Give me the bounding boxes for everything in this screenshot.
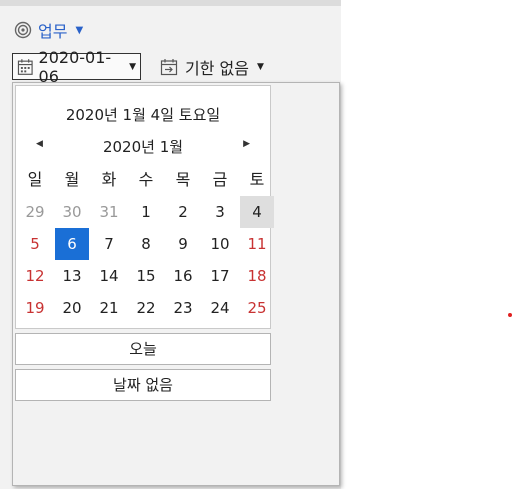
chevron-down-icon: ▼: [129, 61, 136, 72]
day-cell[interactable]: 19: [18, 292, 52, 324]
weekday-header: 일 월 화 수 목 금 토: [18, 166, 276, 190]
day-cell[interactable]: 17: [203, 260, 237, 292]
calendar-arrow-icon: [160, 59, 178, 76]
date-picker-popup: 2020년 1월 4일 토요일 ◀ 2020년 1월 ▶ 일 월 화 수 목 금…: [12, 82, 340, 486]
day-cell[interactable]: 22: [129, 292, 163, 324]
weekday-label: 화: [101, 170, 117, 189]
today-button[interactable]: 오늘: [15, 333, 271, 365]
due-date-dropdown[interactable]: 기한 없음 ▼: [160, 55, 264, 79]
category-dropdown[interactable]: 업무 ▼: [14, 17, 83, 43]
day-cell-selected[interactable]: 6: [55, 228, 89, 260]
day-cell[interactable]: 8: [129, 228, 163, 260]
day-cell[interactable]: 29: [18, 196, 52, 228]
day-cell[interactable]: 12: [18, 260, 52, 292]
day-cell[interactable]: 30: [55, 196, 89, 228]
day-cell[interactable]: 7: [92, 228, 126, 260]
day-cell[interactable]: 24: [203, 292, 237, 324]
day-cell[interactable]: 1: [129, 196, 163, 228]
weekday-label: 토: [249, 170, 265, 189]
month-title[interactable]: 2020년 1월: [16, 136, 270, 157]
day-cell-today[interactable]: 4: [240, 196, 274, 228]
target-icon: [14, 21, 32, 39]
weekday-label: 금: [212, 170, 228, 189]
start-date-value: 2020-01-06: [38, 47, 112, 86]
weekday-label: 월: [64, 170, 80, 189]
chevron-down-icon: ▼: [256, 62, 264, 72]
day-grid: 29 30 31 1 2 3 4 5 6 7 8 9 10 11 12 13 1…: [18, 196, 276, 326]
calendar-icon: [17, 58, 33, 75]
day-cell[interactable]: 31: [92, 196, 126, 228]
day-cell[interactable]: 3: [203, 196, 237, 228]
day-cell[interactable]: 23: [166, 292, 200, 324]
weekday-label: 일: [27, 170, 43, 189]
day-cell[interactable]: 18: [240, 260, 274, 292]
day-cell[interactable]: 14: [92, 260, 126, 292]
due-date-label: 기한 없음: [185, 59, 249, 78]
chevron-down-icon: ▼: [75, 24, 84, 36]
day-cell[interactable]: 20: [55, 292, 89, 324]
day-cell[interactable]: 13: [55, 260, 89, 292]
month-nav: ◀ 2020년 1월 ▶: [16, 136, 270, 158]
weekday-label: 목: [175, 170, 191, 189]
today-heading[interactable]: 2020년 1월 4일 토요일: [16, 104, 270, 125]
no-date-button[interactable]: 날짜 없음: [15, 369, 271, 401]
day-cell[interactable]: 5: [18, 228, 52, 260]
day-cell[interactable]: 15: [129, 260, 163, 292]
day-cell[interactable]: 16: [166, 260, 200, 292]
weekday-label: 수: [138, 170, 154, 189]
day-cell[interactable]: 9: [166, 228, 200, 260]
category-label: 업무: [38, 22, 68, 41]
calendar: 2020년 1월 4일 토요일 ◀ 2020년 1월 ▶ 일 월 화 수 목 금…: [15, 85, 274, 329]
day-cell[interactable]: 2: [166, 196, 200, 228]
top-strip: [0, 0, 341, 6]
start-date-field[interactable]: 2020-01-06 ▼: [12, 48, 141, 86]
day-cell[interactable]: 11: [240, 228, 274, 260]
day-cell[interactable]: 21: [92, 292, 126, 324]
next-month-icon[interactable]: ▶: [243, 139, 250, 149]
cursor-dot: [508, 313, 512, 317]
day-cell[interactable]: 10: [203, 228, 237, 260]
day-cell[interactable]: 25: [240, 292, 274, 324]
